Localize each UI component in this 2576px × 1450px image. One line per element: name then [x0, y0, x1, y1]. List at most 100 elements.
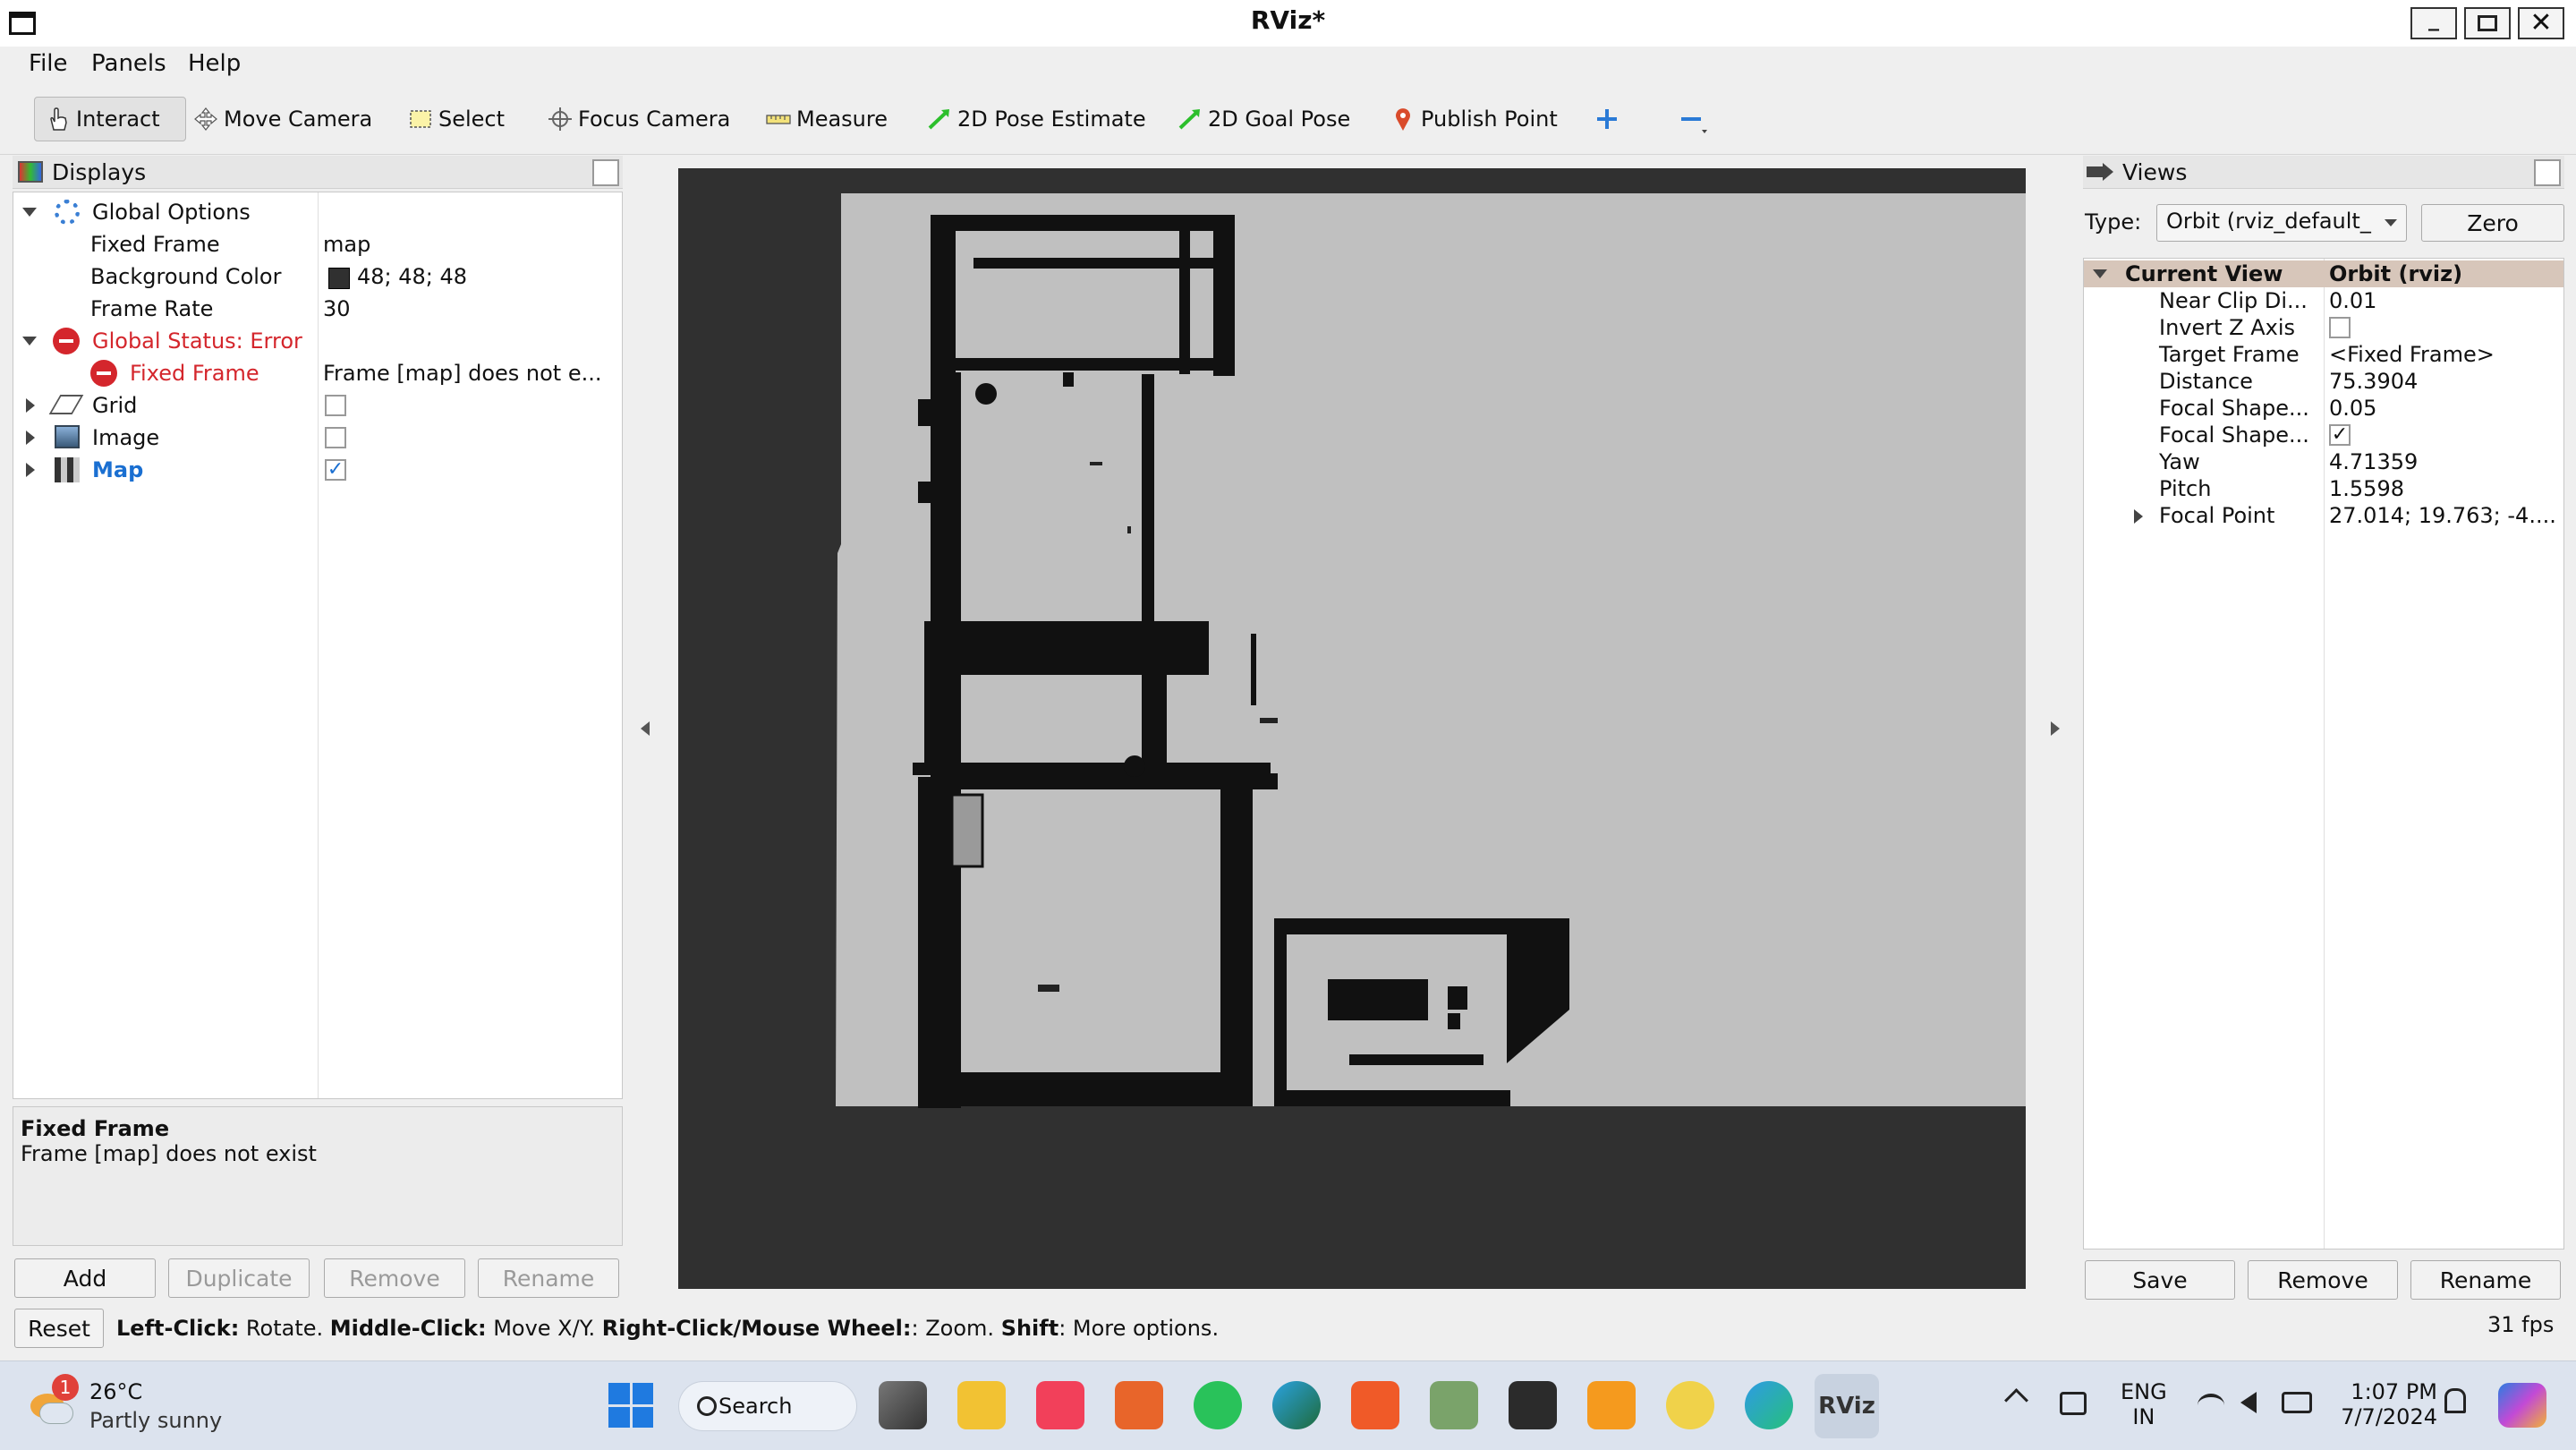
- language-indicator[interactable]: ENG IN: [2121, 1379, 2167, 1429]
- current-view-row[interactable]: Current View Orbit (rviz): [2084, 260, 2563, 287]
- clock[interactable]: 1:07 PM 7/7/2024: [2335, 1379, 2437, 1429]
- add-tool-button[interactable]: [1594, 97, 1625, 141]
- focus-camera-tool-button[interactable]: Focus Camera: [548, 97, 730, 141]
- background-color-value[interactable]: 48; 48; 48: [357, 264, 467, 289]
- views-float-toggle[interactable]: [2534, 159, 2561, 186]
- remove-display-button[interactable]: Remove: [324, 1258, 465, 1298]
- view-prop-row[interactable]: Focal Shape... 0.05: [2084, 395, 2563, 422]
- view-prop-row[interactable]: Near Clip Di... 0.01: [2084, 287, 2563, 314]
- keyboard-icon[interactable]: [2060, 1392, 2087, 1415]
- tree-row-frame-rate[interactable]: Frame Rate 30: [13, 293, 622, 325]
- displays-panel: Displays: [13, 156, 623, 189]
- add-display-button[interactable]: Add: [14, 1258, 156, 1298]
- battery-icon[interactable]: [2282, 1392, 2312, 1413]
- minimize-button[interactable]: –: [2410, 7, 2457, 43]
- windows-start-icon[interactable]: [608, 1383, 653, 1428]
- notification-bell-icon[interactable]: [2444, 1388, 2466, 1413]
- focal-point-value[interactable]: 27.014; 19.763; -4....: [2329, 503, 2556, 528]
- displays-float-toggle[interactable]: [592, 159, 619, 186]
- target-frame-value[interactable]: <Fixed Frame>: [2329, 342, 2495, 367]
- image-enable-checkbox[interactable]: [325, 427, 346, 448]
- fixed-frame-value[interactable]: map: [323, 232, 370, 257]
- close-button[interactable]: ✕: [2518, 7, 2564, 39]
- view-prop-row[interactable]: Yaw 4.71359: [2084, 448, 2563, 475]
- yaw-value[interactable]: 4.71359: [2329, 449, 2418, 474]
- global-status-label: Global Status: Error: [92, 328, 302, 354]
- terminal-icon[interactable]: [1509, 1381, 1557, 1429]
- volume-icon[interactable]: [2240, 1392, 2257, 1413]
- chevron-up-icon[interactable]: [2004, 1388, 2028, 1412]
- invert-z-checkbox[interactable]: [2329, 317, 2351, 338]
- store-app-icon[interactable]: [1430, 1381, 1478, 1429]
- gear-icon: [55, 200, 80, 225]
- menu-file[interactable]: File: [29, 50, 68, 77]
- render-viewport[interactable]: [678, 168, 2026, 1289]
- move-camera-tool-button[interactable]: Move Camera: [193, 97, 372, 141]
- task-view-icon[interactable]: [879, 1381, 927, 1429]
- maximize-button[interactable]: [2464, 7, 2511, 39]
- background-color-label: Background Color: [90, 264, 282, 289]
- fixed-frame-error-value: Frame [map] does not e...: [323, 361, 602, 386]
- publish-point-tool-button[interactable]: Publish Point: [1390, 97, 1558, 141]
- edge-beta-icon[interactable]: [1272, 1381, 1321, 1429]
- color-swatch[interactable]: [328, 268, 350, 289]
- ubuntu-app-icon[interactable]: [1115, 1381, 1163, 1429]
- save-view-button[interactable]: Save: [2085, 1260, 2235, 1300]
- view-prop-row[interactable]: Target Frame <Fixed Frame>: [2084, 341, 2563, 368]
- tree-row-fixed-frame-error[interactable]: Fixed Frame Frame [map] does not e...: [13, 357, 622, 389]
- remove-view-button[interactable]: Remove: [2248, 1260, 2398, 1300]
- tree-row-global-status[interactable]: Global Status: Error: [13, 325, 622, 357]
- menu-help[interactable]: Help: [188, 50, 241, 77]
- tree-row-global-options[interactable]: Global Options: [13, 196, 622, 228]
- weather-temp: 26°C: [89, 1379, 143, 1404]
- pitch-value[interactable]: 1.5598: [2329, 476, 2404, 501]
- music-app-icon[interactable]: [1036, 1381, 1084, 1429]
- view-type-select[interactable]: Orbit (rviz_default_: [2156, 204, 2407, 242]
- edge-browser-icon[interactable]: [1745, 1381, 1793, 1429]
- file-explorer-icon[interactable]: [957, 1381, 1006, 1429]
- weather-widget[interactable]: 1: [27, 1374, 79, 1424]
- brave-browser-icon[interactable]: [1351, 1381, 1399, 1429]
- weather-badge: 1: [52, 1374, 79, 1401]
- tree-row-grid[interactable]: Grid: [13, 389, 622, 422]
- pose-estimate-tool-button[interactable]: 2D Pose Estimate: [927, 97, 1146, 141]
- reset-button[interactable]: Reset: [14, 1309, 104, 1348]
- near-clip-value[interactable]: 0.01: [2329, 288, 2376, 313]
- linux-penguin-icon[interactable]: [1666, 1381, 1714, 1429]
- view-prop-row[interactable]: Focal Shape... ✓: [2084, 422, 2563, 448]
- interact-tool-button[interactable]: Interact: [34, 97, 186, 141]
- view-prop-row[interactable]: Invert Z Axis: [2084, 314, 2563, 341]
- rviz-taskbar-icon[interactable]: RViz: [1815, 1374, 1879, 1438]
- focal-shape-size-value[interactable]: 0.05: [2329, 396, 2376, 421]
- taskbar-search[interactable]: Search: [678, 1381, 857, 1431]
- frame-rate-value[interactable]: 30: [323, 296, 351, 321]
- view-prop-row[interactable]: Focal Point 27.014; 19.763; -4....: [2084, 502, 2563, 529]
- tree-row-image[interactable]: Image: [13, 422, 622, 454]
- map-enable-checkbox[interactable]: ✓: [325, 459, 346, 481]
- rename-view-button[interactable]: Rename: [2410, 1260, 2561, 1300]
- distance-value[interactable]: 75.3904: [2329, 369, 2418, 394]
- remove-tool-button[interactable]: [1679, 97, 1709, 141]
- menu-panels[interactable]: Panels: [91, 50, 166, 77]
- wifi-icon[interactable]: [2198, 1394, 2224, 1417]
- duplicate-display-button[interactable]: Duplicate: [168, 1258, 310, 1298]
- tree-row-map[interactable]: Map ✓: [13, 454, 622, 486]
- measure-tool-button[interactable]: Measure: [766, 97, 888, 141]
- right-splitter-arrow-icon[interactable]: [2051, 721, 2060, 736]
- grid-enable-checkbox[interactable]: [325, 395, 346, 416]
- tree-row-background-color[interactable]: Background Color 48; 48; 48: [13, 260, 622, 293]
- copilot-icon[interactable]: [2498, 1383, 2546, 1428]
- view-prop-row[interactable]: Pitch 1.5598: [2084, 475, 2563, 502]
- whatsapp-icon[interactable]: [1194, 1381, 1242, 1429]
- ros-app-icon[interactable]: [1587, 1381, 1636, 1429]
- left-splitter-arrow-icon[interactable]: [641, 721, 650, 736]
- zero-view-button[interactable]: Zero: [2421, 204, 2564, 242]
- view-prop-row[interactable]: Distance 75.3904: [2084, 368, 2563, 395]
- focal-shape-fixed-checkbox[interactable]: ✓: [2329, 424, 2351, 446]
- tree-row-fixed-frame[interactable]: Fixed Frame map: [13, 228, 622, 260]
- goal-pose-tool-button[interactable]: 2D Goal Pose: [1177, 97, 1350, 141]
- views-tree: Current View Orbit (rviz) Near Clip Di..…: [2083, 258, 2564, 1250]
- rename-display-button[interactable]: Rename: [478, 1258, 619, 1298]
- select-tool-button[interactable]: Select: [408, 97, 505, 141]
- fps-readout: 31 fps: [2487, 1312, 2555, 1337]
